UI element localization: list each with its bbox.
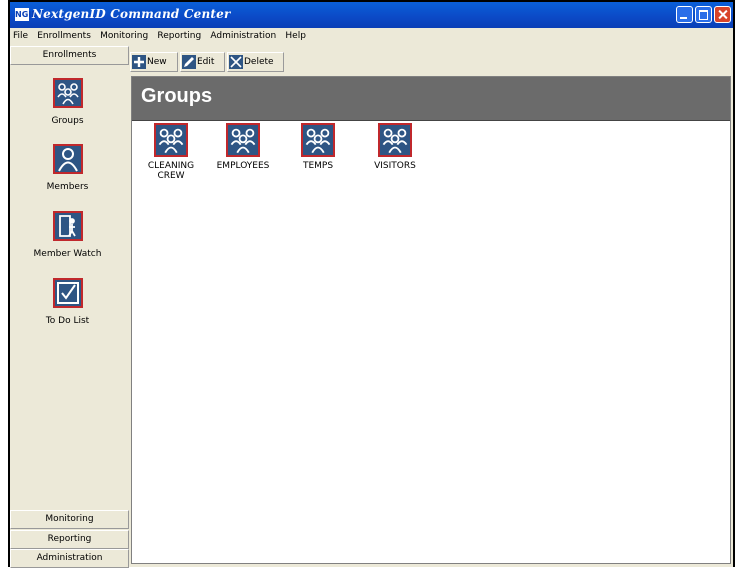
groups-panel: Groups CLEANING CREW EMPLOYEES TEMPS VIS… [131,76,731,564]
close-button[interactable] [714,6,731,23]
group-icon [154,123,188,157]
minimize-button[interactable] [676,6,693,23]
group-icon [226,123,260,157]
title-bar[interactable]: NGID NextgenID Command Center [10,2,733,28]
sidebar-item-label: To Do List [45,316,90,326]
new-button[interactable]: New [130,52,178,72]
menu-bar: File Enrollments Monitoring Reporting Ad… [10,28,733,46]
sidebar-category-monitoring[interactable]: Monitoring [10,510,129,529]
checklist-icon [52,278,83,308]
main-area: New Edit Delete Groups CLEANING CREW EMP… [129,46,733,567]
sidebar-item-label: Members [46,182,89,192]
member-icon [52,144,83,174]
sidebar-item-member-watch[interactable]: Member Watch [10,211,125,259]
pencil-icon [182,54,196,69]
app-window: NGID NextgenID Command Center File Enrol… [8,0,735,568]
delete-label: Delete [244,57,274,67]
menu-help[interactable]: Help [282,28,309,41]
delete-x-icon [229,54,243,69]
sidebar-item-to-do-list[interactable]: To Do List [10,278,125,326]
group-label: CLEANING CREW [147,161,195,181]
menu-administration[interactable]: Administration [207,28,279,41]
menu-file[interactable]: File [10,28,31,41]
group-item[interactable]: VISITORS [366,123,424,171]
group-item[interactable]: TEMPS [289,123,347,171]
sidebar-item-groups[interactable]: Groups [10,78,125,126]
app-logo-icon: NGID [15,8,38,21]
sidebar-header-enrollments[interactable]: Enrollments [10,46,129,65]
edit-button[interactable]: Edit [180,52,225,72]
toolbar: New Edit Delete [129,46,733,74]
member-watch-icon [52,211,83,241]
group-label: VISITORS [374,161,416,171]
groups-icon [52,78,83,108]
delete-button[interactable]: Delete [227,52,284,72]
group-icon [301,123,335,157]
sidebar-category-administration[interactable]: Administration [10,549,129,568]
menu-reporting[interactable]: Reporting [154,28,204,41]
sidebar-item-label: Member Watch [33,249,102,259]
sidebar-item-members[interactable]: Members [10,144,125,192]
page-title: Groups [141,85,213,107]
group-item[interactable]: EMPLOYEES [214,123,272,171]
panel-header: Groups [132,77,730,121]
group-label: EMPLOYEES [216,161,270,171]
window-title: NextgenID Command Center [32,7,231,21]
menu-enrollments[interactable]: Enrollments [34,28,94,41]
group-icon [378,123,412,157]
sidebar-item-label: Groups [51,116,84,126]
new-label: New [147,57,167,67]
sidebar: Enrollments Groups Members Member Watch [10,46,129,568]
menu-monitoring[interactable]: Monitoring [97,28,151,41]
group-item[interactable]: CLEANING CREW [142,123,200,181]
sidebar-category-reporting[interactable]: Reporting [10,530,129,549]
edit-label: Edit [197,57,215,67]
group-label: TEMPS [302,161,334,171]
plus-icon [132,54,146,69]
maximize-button[interactable] [695,6,712,23]
